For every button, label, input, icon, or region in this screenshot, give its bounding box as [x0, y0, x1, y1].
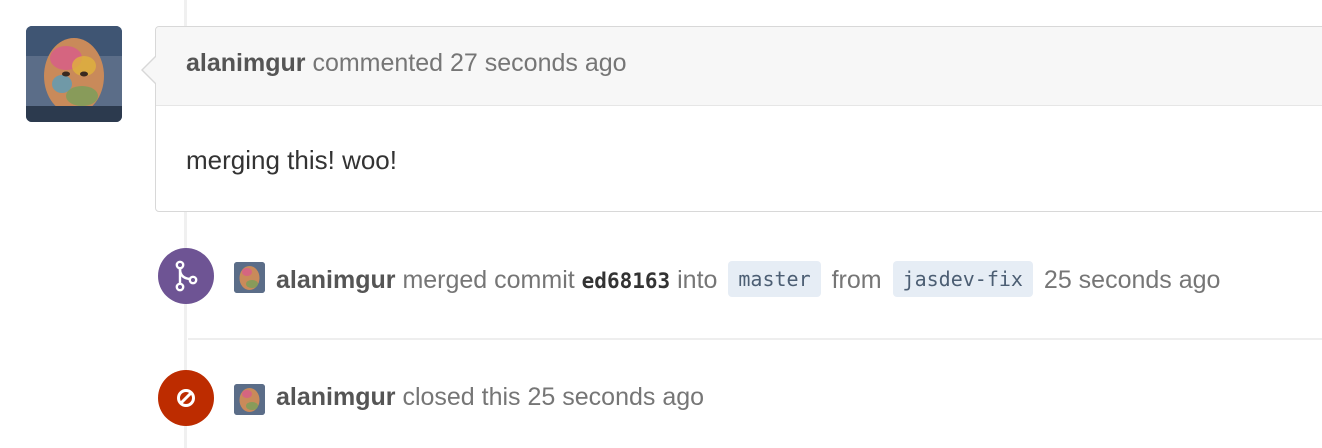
comment-arrow-fill: [143, 57, 156, 83]
merge-event-text: alanimgur merged commit ed68163 into mas…: [276, 261, 1220, 297]
close-action: closed this: [402, 383, 521, 411]
git-merge-icon: [175, 260, 198, 292]
merge-author-link[interactable]: alanimgur: [276, 266, 395, 294]
close-timestamp[interactable]: 25 seconds ago: [528, 383, 705, 411]
avatar-image: [26, 26, 122, 122]
comment-author-link[interactable]: alanimgur: [186, 49, 305, 77]
avatar-image: [234, 262, 265, 293]
timeline-divider: [188, 338, 1322, 340]
avatar-image: [234, 384, 265, 415]
merge-timestamp[interactable]: 25 seconds ago: [1044, 266, 1221, 294]
comment-box: alanimgur commented 27 seconds ago mergi…: [155, 26, 1322, 212]
close-event-text: alanimgur closed this 25 seconds ago: [276, 383, 704, 412]
close-badge: [158, 370, 214, 426]
circle-slash-icon: [177, 389, 195, 407]
avatar[interactable]: [26, 26, 122, 122]
close-author-link[interactable]: alanimgur: [276, 383, 395, 411]
comment-header-text: alanimgur commented 27 seconds ago: [186, 49, 627, 78]
comment-body: merging this! woo!: [186, 145, 397, 175]
merge-badge: [158, 248, 214, 304]
into-word: into: [677, 266, 718, 294]
commit-sha-link[interactable]: ed68163: [582, 269, 671, 293]
head-branch-label[interactable]: jasdev-fix: [892, 261, 1033, 297]
close-event-avatar[interactable]: [234, 384, 265, 415]
comment-action: commented: [312, 49, 444, 77]
comment-header: alanimgur commented 27 seconds ago: [156, 27, 1322, 106]
comment-timestamp[interactable]: 27 seconds ago: [450, 49, 627, 77]
from-word: from: [831, 266, 882, 294]
merge-event-avatar[interactable]: [234, 262, 265, 293]
close-event: alanimgur closed this 25 seconds ago: [158, 370, 1322, 426]
base-branch-label[interactable]: master: [728, 261, 821, 297]
merge-event: alanimgur merged commit ed68163 into mas…: [158, 248, 1322, 304]
merge-action: merged commit: [402, 266, 575, 294]
